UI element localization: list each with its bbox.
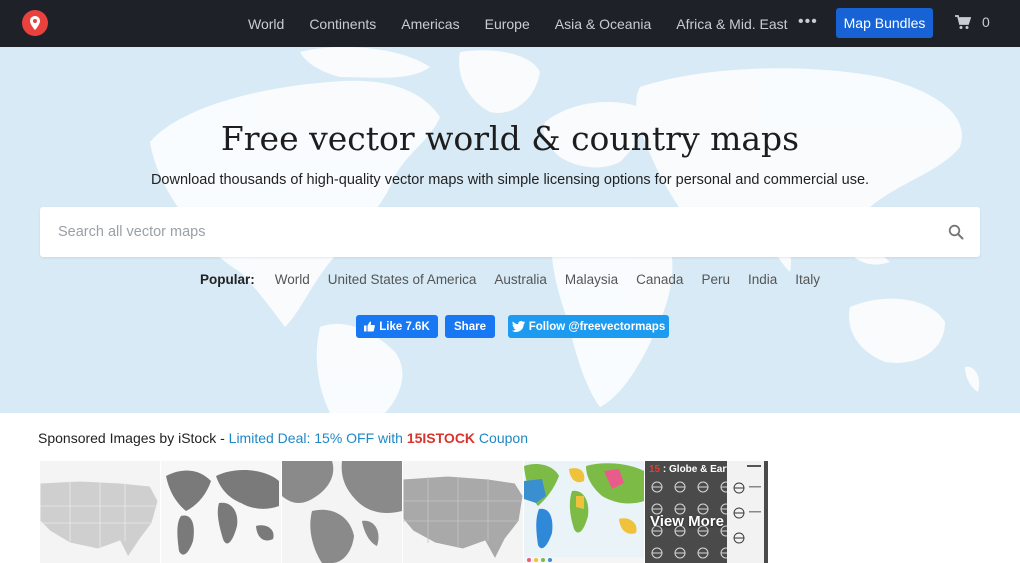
hero-section: Free vector world & country maps Downloa…	[0, 47, 1020, 413]
popular-link-malaysia[interactable]: Malaysia	[565, 272, 618, 287]
popular-link-india[interactable]: India	[748, 272, 777, 287]
sponsored-line: Sponsored Images by iStock - Limited Dea…	[38, 430, 528, 446]
cart-count: 0	[982, 14, 990, 30]
sponsored-prefix: Sponsored Images by iStock -	[38, 430, 229, 446]
search-input[interactable]	[58, 207, 918, 257]
cart-button[interactable]: 0	[955, 14, 990, 30]
thumbnail-world-political-map[interactable]	[524, 461, 644, 563]
globe-title-number: 15	[649, 464, 661, 475]
thumbs-up-icon	[364, 321, 376, 332]
shopping-cart-icon	[955, 14, 971, 29]
thumbnail-globe-title: 15 : Globe & Earth	[649, 464, 736, 475]
search-bar	[40, 207, 980, 257]
like-label: Like 7.6K	[379, 320, 430, 333]
thumbnail-usa-map-light[interactable]	[40, 461, 160, 563]
deal-link[interactable]: Limited Deal: 15% OFF with 15ISTOCK Coup…	[229, 430, 528, 446]
page-title: Free vector world & country maps	[220, 119, 800, 158]
facebook-like-button[interactable]: Like 7.6K	[356, 315, 438, 338]
search-icon[interactable]	[948, 224, 964, 240]
popular-link-usa[interactable]: United States of America	[328, 272, 477, 287]
twitter-follow-button[interactable]: Follow @freevectormaps	[508, 315, 669, 338]
nav-link-africa-mid-east[interactable]: Africa & Mid. East	[676, 16, 787, 32]
view-more-link[interactable]: View More	[650, 513, 724, 530]
twitter-bird-icon	[511, 321, 525, 332]
share-label: Share	[454, 320, 486, 333]
nav-link-world[interactable]: World	[248, 16, 284, 32]
deal-suffix: Coupon	[475, 430, 528, 446]
map-pin-icon[interactable]	[22, 10, 48, 36]
ellipsis-icon[interactable]: •••	[798, 13, 818, 31]
popular-searches: Popular: World United States of America …	[0, 272, 1020, 287]
nav-link-americas[interactable]: Americas	[401, 16, 459, 32]
popular-link-australia[interactable]: Australia	[494, 272, 547, 287]
thumbnail-side-strip	[727, 461, 764, 563]
top-navbar: World Continents Americas Europe Asia & …	[0, 0, 1020, 47]
sponsored-thumbnails: 15 : Globe & Earth	[40, 461, 769, 563]
popular-link-canada[interactable]: Canada	[636, 272, 683, 287]
coupon-code: 15ISTOCK	[406, 430, 476, 446]
facebook-share-button[interactable]: Share	[445, 315, 495, 338]
thumbnail-usa-map-gray[interactable]	[403, 461, 523, 563]
globe-title-text: : Globe & Earth	[660, 464, 736, 475]
nav-link-asia-oceania[interactable]: Asia & Oceania	[555, 16, 652, 32]
popular-label: Popular:	[199, 272, 255, 287]
popular-link-world[interactable]: World	[275, 272, 310, 287]
thumbnail-world-map-zoom[interactable]	[282, 461, 402, 563]
nav-link-europe[interactable]: Europe	[485, 16, 530, 32]
popular-link-italy[interactable]: Italy	[795, 272, 820, 287]
nav-link-continents[interactable]: Continents	[309, 16, 376, 32]
deal-text: Limited Deal: 15% OFF with	[228, 430, 407, 446]
thumbnail-world-map-gray[interactable]	[161, 461, 281, 563]
map-bundles-button[interactable]: Map Bundles	[836, 8, 933, 38]
page-subtitle: Download thousands of high-quality vecto…	[150, 172, 870, 188]
main-nav-links: World Continents Americas Europe Asia & …	[248, 0, 813, 47]
follow-label: Follow @freevectormaps	[528, 320, 666, 333]
popular-link-peru[interactable]: Peru	[701, 272, 730, 287]
